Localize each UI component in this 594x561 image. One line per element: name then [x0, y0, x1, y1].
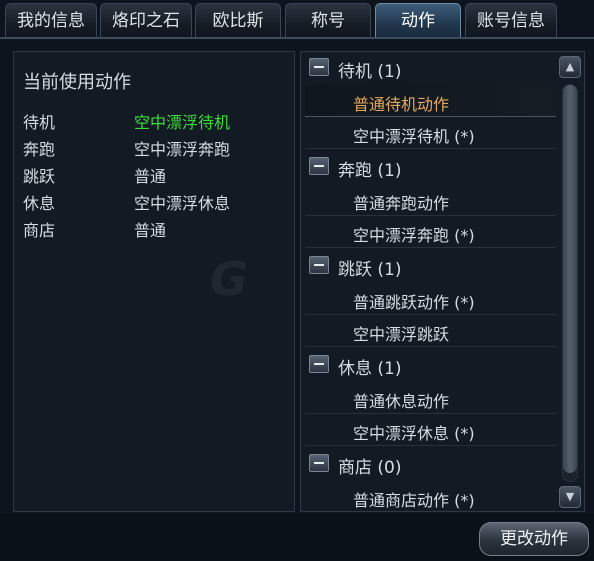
category-jump[interactable]: 跳跃 (1): [301, 250, 556, 282]
current-actions-panel: 当前使用动作 待机 空中漂浮待机 奔跑 空中漂浮奔跑 跳跃 普通 休息 空中漂浮…: [13, 51, 295, 512]
current-action-row-shop: 商店 普通: [23, 217, 283, 241]
current-action-row-jump: 跳跃 普通: [23, 163, 283, 187]
current-action-row-run: 奔跑 空中漂浮奔跑: [23, 136, 283, 160]
category-label: 跳跃 (1): [338, 260, 402, 280]
action-item-label: 普通商店动作 (*): [353, 491, 475, 510]
action-type-label: 待机: [23, 113, 56, 132]
category-label: 待机 (1): [338, 62, 402, 82]
category-label: 奔跑 (1): [338, 161, 402, 181]
action-value: 空中漂浮休息: [134, 194, 231, 213]
current-actions-title: 当前使用动作: [23, 72, 131, 93]
action-item-label: 普通休息动作: [353, 392, 450, 411]
arrow-up-icon[interactable]: ▲: [559, 56, 581, 78]
current-action-row-idle: 待机 空中漂浮待机: [23, 109, 283, 133]
scrollbar-track[interactable]: [562, 84, 578, 482]
category-shop[interactable]: 商店 (0): [301, 448, 556, 480]
action-value: 普通: [134, 167, 167, 186]
tab-brand-stone[interactable]: 烙印之石: [100, 3, 192, 37]
category-idle[interactable]: 待机 (1): [301, 52, 556, 84]
tab-label: 烙印之石: [112, 11, 180, 31]
change-action-button[interactable]: 更改动作: [479, 522, 589, 556]
tab-label: 动作: [401, 11, 435, 31]
list-item[interactable]: 普通奔跑动作: [305, 184, 556, 216]
minus-icon[interactable]: [309, 355, 329, 373]
action-item-label: 空中漂浮休息 (*): [353, 424, 475, 443]
tab-divider: [0, 37, 594, 39]
watermark-logo: G: [210, 252, 250, 306]
list-item[interactable]: 普通休息动作: [305, 382, 556, 414]
action-type-label: 商店: [23, 221, 56, 240]
category-label: 休息 (1): [338, 359, 402, 379]
tab-actions[interactable]: 动作: [375, 3, 461, 37]
list-item[interactable]: 空中漂浮待机 (*): [305, 117, 556, 149]
scrollbar[interactable]: ▲ ▼: [559, 56, 581, 508]
action-type-label: 休息: [23, 194, 56, 213]
action-item-label: 普通奔跑动作: [353, 194, 450, 213]
action-type-label: 跳跃: [23, 167, 56, 186]
category-run[interactable]: 奔跑 (1): [301, 151, 556, 183]
tab-label: 我的信息: [17, 11, 85, 31]
list-item[interactable]: 普通待机动作: [305, 85, 556, 117]
minus-icon[interactable]: [309, 454, 329, 472]
tab-my-info[interactable]: 我的信息: [5, 3, 97, 37]
minus-icon[interactable]: [309, 256, 329, 274]
tab-label: 称号: [311, 11, 345, 31]
tab-label: 欧比斯: [212, 11, 264, 31]
arrow-down-icon[interactable]: ▼: [559, 486, 581, 508]
tab-title[interactable]: 称号: [285, 3, 371, 37]
action-item-label: 空中漂浮奔跑 (*): [353, 226, 475, 245]
action-list-panel: 待机 (1) 普通待机动作 空中漂浮待机 (*) 奔跑 (1) 普通奔跑动作 空…: [300, 51, 585, 512]
action-type-label: 奔跑: [23, 140, 56, 159]
tab-orbis[interactable]: 欧比斯: [195, 3, 281, 37]
tab-account-info[interactable]: 账号信息: [465, 3, 557, 37]
current-action-row-rest: 休息 空中漂浮休息: [23, 190, 283, 214]
tab-label: 账号信息: [477, 11, 545, 31]
list-item[interactable]: 普通商店动作 (*): [305, 481, 556, 511]
action-item-label: 空中漂浮跳跃: [353, 325, 450, 344]
action-item-label: 普通跳跃动作 (*): [353, 293, 475, 312]
category-label: 商店 (0): [338, 458, 402, 478]
action-value: 空中漂浮待机: [134, 113, 231, 132]
tab-bar: 我的信息 烙印之石 欧比斯 称号 动作 账号信息: [0, 0, 594, 39]
scrollbar-thumb[interactable]: [563, 85, 577, 473]
action-item-label: 空中漂浮待机 (*): [353, 127, 475, 146]
list-item[interactable]: 普通跳跃动作 (*): [305, 283, 556, 315]
category-rest[interactable]: 休息 (1): [301, 349, 556, 381]
action-item-label: 普通待机动作: [353, 95, 450, 114]
list-item[interactable]: 空中漂浮跳跃: [305, 315, 556, 347]
list-item[interactable]: 空中漂浮休息 (*): [305, 414, 556, 446]
list-item[interactable]: 空中漂浮奔跑 (*): [305, 216, 556, 248]
action-value: 普通: [134, 221, 167, 240]
minus-icon[interactable]: [309, 157, 329, 175]
action-tree-list: 待机 (1) 普通待机动作 空中漂浮待机 (*) 奔跑 (1) 普通奔跑动作 空…: [301, 52, 558, 511]
action-value: 空中漂浮奔跑: [134, 140, 231, 159]
minus-icon[interactable]: [309, 58, 329, 76]
